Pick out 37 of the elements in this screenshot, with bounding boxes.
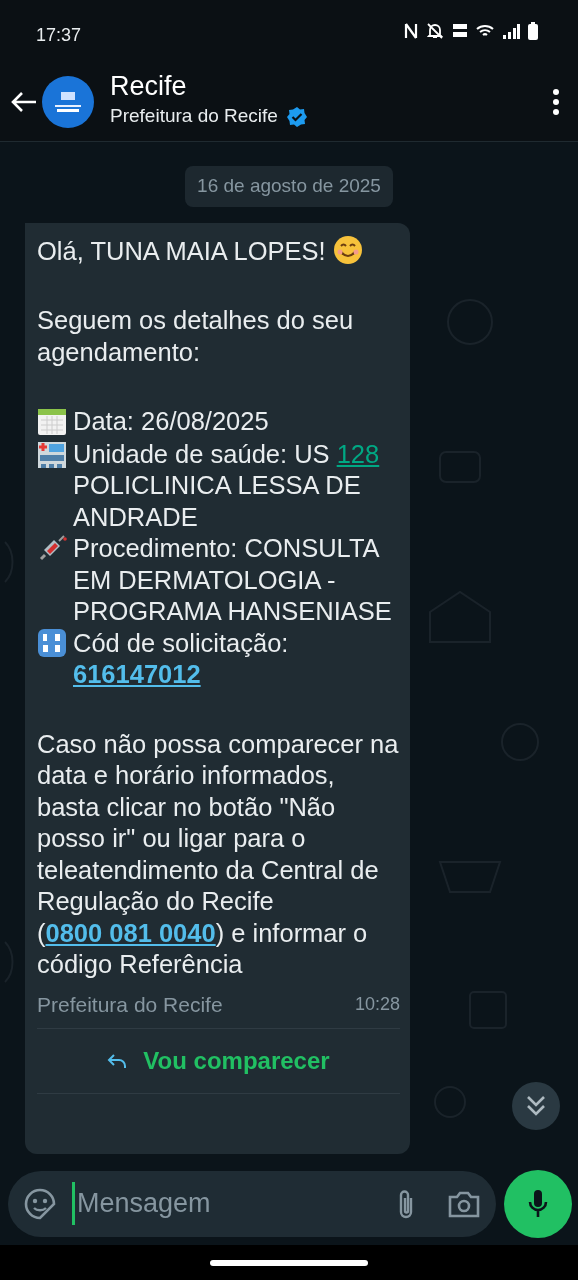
home-indicator[interactable] (210, 1259, 368, 1266)
more-options-icon[interactable] (552, 88, 560, 115)
sender-footer: Prefeitura do Recife (37, 988, 223, 1020)
calendar-icon (37, 406, 67, 436)
camera-icon[interactable] (448, 1189, 480, 1218)
smiley-icon (332, 234, 363, 265)
reply-button[interactable]: Vou comparecer (37, 1028, 400, 1094)
syringe-icon (37, 533, 67, 563)
reply-arrow-icon (107, 1052, 128, 1069)
message-text: Cód de solicitação: 616147012 (73, 627, 289, 690)
message-text: Data: 26/08/2025 (73, 406, 269, 437)
nfc-icon (404, 22, 418, 40)
signal-icon (502, 23, 520, 39)
chat-title: Recife (110, 72, 188, 103)
message-text: Procedimento: CONSULTA EM DERMATOLOGIA - PROGRAMA HANSENIASE (73, 533, 393, 627)
message-text: Unidade de saúde: US 128 POLICLINICA LESSA DE ANDRADE (73, 438, 381, 533)
scroll-down-button[interactable] (512, 1082, 560, 1130)
chat-subtitle: Prefeitura do Recife (110, 104, 278, 129)
sticker-icon[interactable] (24, 1187, 56, 1220)
message-time: 10:28 (354, 992, 400, 1016)
numbers-icon (37, 627, 67, 658)
microphone-icon (528, 1188, 548, 1219)
logo-drawing[interactable] (42, 75, 94, 128)
back-arrow-icon[interactable] (10, 89, 38, 114)
double-chevron-down-icon (525, 1094, 547, 1118)
message-text: Caso não possa comparecer na data e horário informados, basta clicar no botão "Não posso ir" ou ligar para o teleatendimento da Central de Regulação do Recife (0800 081 0040) e informar o código Referência (37, 728, 400, 980)
phone-link[interactable]: 0800 081 0040 (45, 918, 216, 947)
message-input-field[interactable]: Mensagem (8, 1170, 496, 1237)
message-text: Seguem os detalhes do seu agendamento: (37, 305, 355, 368)
code-link[interactable]: 616147012 (73, 660, 201, 688)
greeting-text: Olá, TUNA MAIA LOPES! (37, 236, 326, 265)
wifi-icon (476, 23, 494, 39)
bell-off-icon (426, 22, 444, 40)
status-time: 17:37 (36, 24, 82, 47)
date-separator: 16 de agosto de 2025 (185, 166, 393, 207)
battery-icon (528, 22, 538, 40)
number-link[interactable]: 128 (336, 439, 380, 468)
